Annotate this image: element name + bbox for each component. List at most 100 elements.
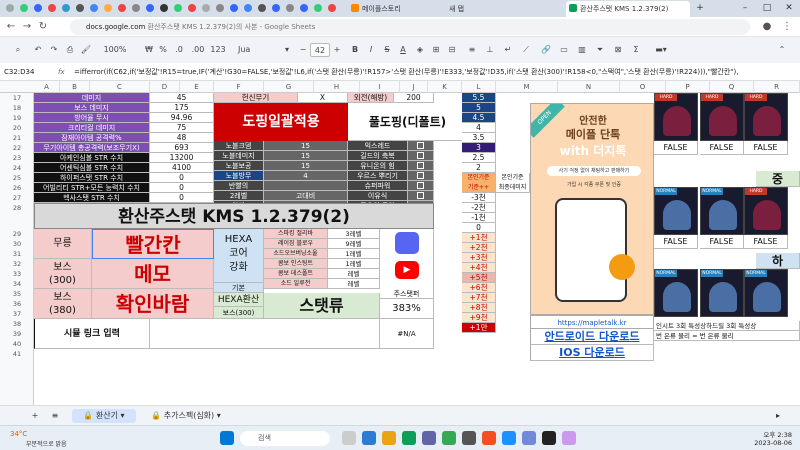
j-lower-value[interactable]: -2천 [462,203,496,213]
font-size-input[interactable]: 42 [310,43,330,57]
tab-favicon-icon[interactable] [104,4,112,12]
minimize-icon[interactable]: – [735,0,755,17]
tab-new[interactable]: 새 탭 [446,1,546,17]
app-icon[interactable] [502,431,516,445]
tab-favicon-icon[interactable] [34,4,42,12]
chart-icon[interactable]: ▥ [576,43,588,57]
j-lower-value[interactable]: +3천 [462,253,496,263]
hexa-boss-select[interactable]: 보스(300) [214,307,264,319]
stat-value[interactable]: 48 [150,133,214,143]
doping-all-button[interactable]: 도핑일괄적용 [214,103,348,141]
tab-favicon-icon[interactable] [272,4,280,12]
vertical-align-icon[interactable]: ⊥ [484,43,496,57]
tab-favicon-icon[interactable] [174,4,182,12]
all-sheets-icon[interactable]: ≡ [48,409,62,423]
currency-format-button[interactable]: ₩ [144,43,154,57]
j-lower-value[interactable]: +9천 [462,313,496,323]
confirm-notice[interactable]: 확인바람 [92,289,214,319]
stat-value[interactable]: 45 [150,93,214,103]
column-header-cell[interactable]: J [400,81,428,93]
paint-format-icon[interactable]: 🖌 [80,43,92,57]
row-number[interactable]: 34 [0,279,34,289]
column-header-cell[interactable]: P [666,81,710,93]
column-header-cell[interactable]: O [620,81,666,93]
increase-decimal-button[interactable]: .00 [190,43,206,57]
column-header-cell[interactable]: H [314,81,360,93]
youtube-icon[interactable]: ▶ [395,261,419,279]
liberation-value[interactable]: 200 [394,93,434,103]
column-header-cell[interactable]: B [60,81,90,93]
j-lower-value[interactable]: +2천 [462,243,496,253]
doping-checkbox[interactable] [408,161,434,171]
row-number[interactable]: 39 [0,329,34,339]
tab-favicon-icon[interactable] [118,4,126,12]
buff-value[interactable]: 고대비 [264,191,348,201]
chrome-icon[interactable] [442,431,456,445]
tab-favicon-icon[interactable] [300,4,308,12]
text-color-button[interactable]: A [398,43,408,57]
collapse-toolbar-icon[interactable]: ⌃ [776,43,788,57]
boss-card[interactable]: NORMAL [654,187,698,235]
input-tools-icon[interactable]: ▬▾ [650,43,672,57]
stat-value[interactable]: 13200 [150,153,214,163]
row-number[interactable]: 40 [0,339,34,349]
row-number[interactable]: 25 [0,173,34,183]
filter-icon[interactable]: ⏷ [594,43,606,57]
explore-icon[interactable]: ▸ [770,409,786,423]
column-header-cell[interactable]: D [150,81,180,93]
j-value[interactable]: 4.5 [462,113,496,123]
j-lower-value[interactable]: +1천 [462,233,496,243]
row-number[interactable]: 22 [0,143,34,153]
doping-checkbox[interactable] [408,191,434,201]
app-icon[interactable] [542,431,556,445]
number-format-button[interactable]: 123 [210,43,226,57]
simul-link-input[interactable] [150,319,380,349]
row-number[interactable]: 18 [0,103,34,113]
name-box[interactable]: C32:D34 [4,63,52,81]
row-number[interactable]: 23 [0,153,34,163]
tab-favicon-icon[interactable] [90,4,98,12]
taskbar-search[interactable]: 검색 [240,431,330,446]
tab-favicon-icon[interactable] [314,4,322,12]
clock-time[interactable]: 오후 2:38 [748,429,792,439]
column-header-cell[interactable]: L [462,81,496,93]
column-header-cell[interactable]: K [428,81,462,93]
column-header-cell[interactable]: G [264,81,314,93]
j-value[interactable]: 5 [462,103,496,113]
comment-icon[interactable]: ▭ [558,43,570,57]
hexa-base-select[interactable]: 기본 [214,283,264,293]
maximize-icon[interactable]: □ [757,0,777,17]
j-lower-value[interactable]: 0 [462,223,496,233]
tab-favicon-icon[interactable] [62,4,70,12]
column-header-cell[interactable]: I [360,81,400,93]
j-lower-value[interactable]: +1만 [462,323,496,333]
stat-value[interactable]: 0 [150,173,214,183]
percent-format-button[interactable]: % [158,43,168,57]
ios-download-link[interactable]: IOS 다운로드 [530,345,654,361]
tab-favicon-icon[interactable] [48,4,56,12]
sheet-grid[interactable]: 데미지 45 보스 데미지 175 방어율 무시 94.96 크리티컬 데미지 75 잠재아이템… [34,93,800,405]
hexa-skill-level[interactable]: 레벨 [328,279,380,289]
tab-sheet-convert[interactable]: 🔒 환산기 ▾ [72,409,136,423]
tab-favicon-icon[interactable] [20,4,28,12]
row-number[interactable]: 19 [0,113,34,123]
row-number[interactable]: 20 [0,123,34,133]
profile-icon[interactable]: ● [760,20,774,34]
undo-icon[interactable]: ↶ [32,43,44,57]
j-value[interactable]: 3 [462,143,496,153]
add-sheet-icon[interactable]: + [28,409,42,423]
row-number[interactable]: 41 [0,349,34,359]
tab-sheets[interactable]: 환산주스탯 KMS 1.2.379(2) [566,1,690,17]
new-tab-button[interactable]: + [690,0,710,17]
text-rotate-icon[interactable]: ⟋ [520,43,532,57]
column-header-cell[interactable]: A [34,81,60,93]
doping-checkbox[interactable] [408,181,434,191]
tab-favicon-icon[interactable] [132,4,140,12]
j-lower-value[interactable]: -1천 [462,213,496,223]
app-icon[interactable] [422,431,436,445]
j-value[interactable]: 2 [462,163,496,173]
formula-input[interactable]: =ifferror(if(C62,if('보정값'!R15=true,IF('계… [74,63,794,81]
column-header-cell[interactable]: Q [710,81,754,93]
font-dropdown-icon[interactable]: ▾ [282,43,292,57]
android-download-link[interactable]: 안드로이드 다운로드 [530,329,654,345]
